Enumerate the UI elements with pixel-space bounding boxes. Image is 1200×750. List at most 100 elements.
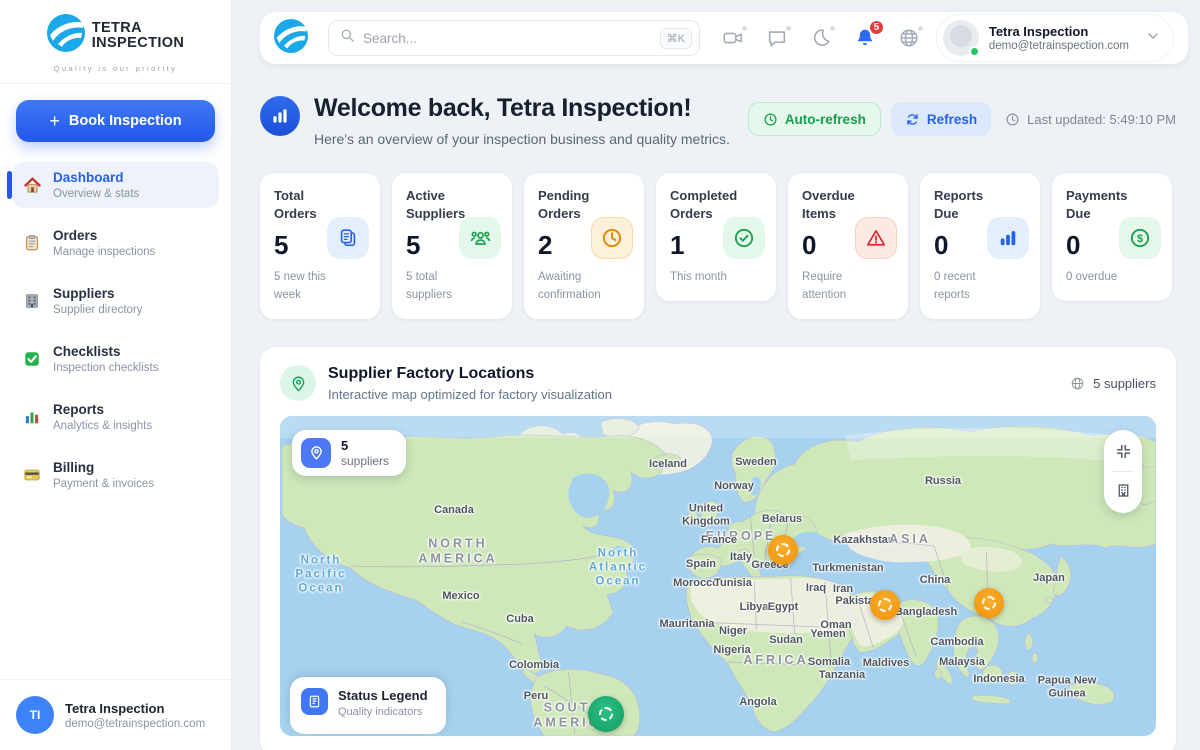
map-label: North Atlantic Ocean: [585, 546, 651, 589]
supplier-marker[interactable]: [870, 590, 900, 620]
sidebar-item-suppliers[interactable]: Suppliers Supplier directory: [12, 278, 219, 324]
sidebar-item-reports[interactable]: Reports Analytics & insights: [12, 394, 219, 440]
map-label: Libya: [740, 601, 769, 613]
status-dot: [829, 25, 836, 32]
logo-wordmark: TETRA INSPECTION: [92, 21, 185, 51]
sidebar-item-orders[interactable]: Orders Manage inspections: [12, 220, 219, 266]
auto-refresh-button[interactable]: Auto-refresh: [748, 102, 881, 136]
page-title: Welcome back, Tetra Inspection!: [314, 94, 730, 123]
map-label: Papua New Guinea: [1027, 674, 1107, 702]
map-pin-icon: [301, 438, 331, 468]
map-label: Russia: [925, 475, 961, 487]
map-label: Iran: [833, 583, 853, 595]
stat-card-reports-due: Reports Due 0 0 recent reports: [920, 173, 1040, 319]
map-label: ASIA: [889, 532, 931, 546]
map-label: China: [920, 574, 951, 586]
sidebar-item-dashboard[interactable]: Dashboard Overview & stats: [12, 162, 219, 208]
sidebar-nav: Dashboard Overview & stats Orders Manage…: [0, 152, 231, 508]
legend-icon: [301, 688, 328, 715]
map-label: France: [701, 534, 737, 546]
video-icon[interactable]: [722, 27, 744, 49]
map-label: Iraq: [806, 582, 826, 594]
stat-card-total-orders: Total Orders 5 5 new this week: [260, 173, 380, 319]
map-canvas[interactable]: Iceland Sweden Norway Russia United King…: [280, 416, 1156, 736]
topbar: ⌘K 5: [260, 12, 1188, 64]
clipboard-icon: [22, 233, 42, 253]
clock-icon: [763, 112, 778, 127]
map-label: Tanzania: [819, 669, 865, 681]
stat-card-completed-orders: Completed Orders 1 This month: [656, 173, 776, 301]
suppliers-count-badge: 5 suppliers: [292, 430, 406, 476]
map-label: Norway: [714, 480, 754, 492]
people-icon: [459, 217, 501, 259]
map-label: United Kingdom: [676, 502, 736, 530]
building-icon: [22, 291, 42, 311]
map-label: Indonesia: [973, 673, 1024, 685]
map-label: Mexico: [442, 590, 479, 602]
map-label: Tunisia: [714, 577, 752, 589]
status-legend: Status Legend Quality indicators: [290, 677, 446, 734]
map-label: Morocco: [673, 577, 719, 589]
map-label: Yemen: [810, 628, 845, 640]
sidebar-item-checklists[interactable]: Checklists Inspection checklists: [12, 336, 219, 382]
map-label: Kazakhstan: [833, 534, 894, 546]
chat-icon[interactable]: [766, 27, 788, 49]
avatar: [943, 20, 979, 56]
sidebar-item-label: Dashboard: [53, 170, 139, 185]
online-status-dot: [969, 46, 980, 57]
collapse-map-button[interactable]: [1108, 437, 1138, 467]
sidebar-item-billing[interactable]: Billing Payment & invoices: [12, 452, 219, 498]
globe-icon: [1070, 376, 1085, 391]
bell-icon[interactable]: 5: [854, 27, 876, 49]
factory-view-button[interactable]: [1108, 476, 1138, 506]
map-pin-icon: [280, 365, 316, 401]
map-label: Malaysia: [939, 656, 985, 668]
supplier-marker-green[interactable]: [588, 696, 624, 732]
section-subtitle: Interactive map optimized for factory vi…: [328, 387, 612, 402]
map-label: Cuba: [506, 613, 534, 625]
map-controls: [1104, 430, 1142, 513]
dollar-circle-icon: $: [1119, 217, 1161, 259]
globe-icon[interactable]: [898, 27, 920, 49]
sidebar-user-card[interactable]: TI Tetra Inspection demo@tetrainspection…: [0, 679, 231, 750]
suppliers-count: 5 suppliers: [1070, 376, 1156, 391]
user-menu[interactable]: Tetra Inspection demo@tetrainspection.co…: [936, 14, 1174, 62]
map-label: Belarus: [762, 513, 802, 525]
supplier-map-section: Supplier Factory Locations Interactive m…: [260, 347, 1176, 750]
map-label: Colombia: [509, 659, 559, 671]
stat-card-active-suppliers: Active Suppliers 5 5 total suppliers: [392, 173, 512, 319]
map-label: Angola: [739, 696, 776, 708]
check-circle-icon: [723, 217, 765, 259]
map-label: Japan: [1033, 572, 1065, 584]
status-dot: [917, 25, 924, 32]
clock-icon: [1005, 112, 1020, 127]
refresh-icon: [905, 112, 920, 127]
plus-icon: +: [49, 112, 60, 130]
notification-badge: 5: [868, 19, 885, 36]
svg-text:$: $: [1137, 233, 1143, 245]
section-title: Supplier Factory Locations: [328, 365, 612, 383]
map-label: Mauritania: [659, 618, 714, 630]
user-name: Tetra Inspection: [65, 701, 205, 716]
house-icon: [22, 175, 42, 195]
page-subtitle: Here's an overview of your inspection bu…: [314, 131, 730, 147]
avatar: TI: [16, 696, 54, 734]
main-content: Welcome back, Tetra Inspection! Here's a…: [260, 76, 1176, 750]
book-inspection-button[interactable]: + Book Inspection: [16, 100, 215, 142]
supplier-marker[interactable]: [974, 588, 1004, 618]
stats-row: Total Orders 5 5 new this week Active Su…: [260, 173, 1176, 319]
tetra-swoosh-logo-icon: [47, 14, 85, 57]
search-icon: [340, 28, 355, 48]
user-email: demo@tetrainspection.com: [989, 40, 1129, 52]
bar-chart-icon: [987, 217, 1029, 259]
app-logo: TETRA INSPECTION Quality is our priority: [0, 0, 231, 84]
welcome-section: Welcome back, Tetra Inspection! Here's a…: [260, 94, 1176, 147]
dashboard-page: TETRA INSPECTION Quality is our priority…: [0, 0, 1200, 750]
user-name: Tetra Inspection: [989, 24, 1129, 39]
supplier-marker[interactable]: [768, 535, 798, 565]
moon-icon[interactable]: [810, 27, 832, 49]
search-input[interactable]: [363, 31, 652, 46]
sidebar: TETRA INSPECTION Quality is our priority…: [0, 0, 232, 750]
refresh-button[interactable]: Refresh: [891, 102, 991, 136]
map-label: Italy: [730, 551, 752, 563]
